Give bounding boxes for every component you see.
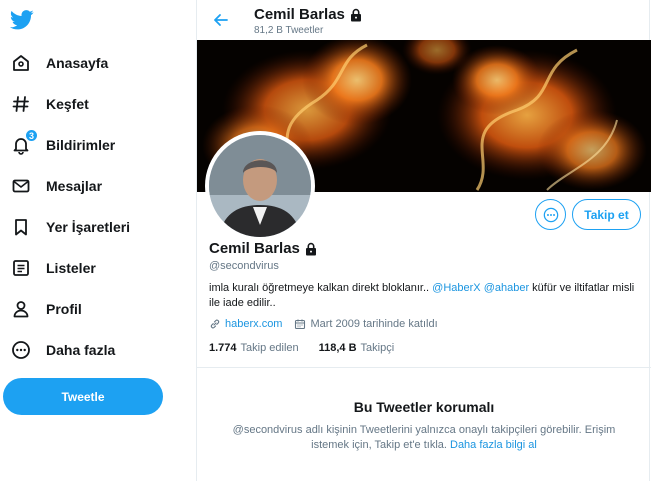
header-name-text: Cemil Barlas [254,6,345,23]
followers-count: 118,4 B [318,342,357,354]
profile-header-bar: Cemil Barlas 81,2 B Tweetler [197,0,651,40]
following-link[interactable]: 1.774 Takip edilen [209,342,299,354]
twitter-bird-icon[interactable] [9,10,34,32]
sidebar-item-home[interactable]: Anasayfa [4,46,184,80]
lock-icon [349,8,363,22]
profile-handle: @secondvirus [209,260,279,272]
sidebar-item-bookmarks[interactable]: Yer İşaretleri [4,210,184,244]
bio-mention-link[interactable]: @ahaber [484,282,529,294]
profile-name: Cemil Barlas [209,240,318,257]
header-title: Cemil Barlas [254,6,363,23]
sidebar-item-label: Anasayfa [46,55,109,71]
bio-text: imla kuralı öğretmeye kalkan direkt blok… [209,282,433,294]
home-icon [10,52,32,74]
notification-badge: 3 [25,129,38,142]
calendar-icon [294,318,306,330]
sidebar-item-explore[interactable]: Keşfet [4,87,184,121]
tweet-count: 81,2 B Tweetler [254,25,324,36]
sidebar: Anasayfa Keşfet 3 Bildirimler Mesajlar Y… [0,0,196,481]
right-gutter [651,0,660,481]
back-arrow-icon[interactable] [211,10,231,30]
list-icon [10,257,32,279]
profile-column: Cemil Barlas 81,2 B Tweetler Takip et Ce… [196,0,651,481]
bookmark-icon [10,216,32,238]
more-circle-icon [10,339,32,361]
website-link[interactable]: haberx.com [225,318,282,330]
learn-more-link[interactable]: Daha fazla bilgi al [450,439,537,451]
following-label: Takip edilen [240,342,299,354]
sidebar-item-notifications[interactable]: 3 Bildirimler [4,128,184,162]
sidebar-item-label: Daha fazla [46,342,116,358]
link-icon [209,318,221,330]
lock-icon [304,242,318,256]
follow-button[interactable]: Takip et [572,199,641,230]
profile-bio: imla kuralı öğretmeye kalkan direkt blok… [209,281,639,311]
protected-message: @secondvirus adlı kişinin Tweetlerini ya… [217,423,631,453]
sidebar-item-profile[interactable]: Profil [4,292,184,326]
bio-mention-link[interactable]: @HaberX [432,282,480,294]
sidebar-item-label: Keşfet [46,96,89,112]
profile-name-text: Cemil Barlas [209,240,300,257]
divider [197,367,651,368]
following-count: 1.774 [209,342,237,354]
more-horizontal-icon [543,207,558,222]
profile-meta: haberx.com Mart 2009 tarihinde katıldı [209,318,438,330]
joined-date: Mart 2009 tarihinde katıldı [310,318,438,330]
sidebar-item-label: Mesajlar [46,178,103,194]
sidebar-item-more[interactable]: Daha fazla [4,333,184,367]
hashtag-icon [10,93,32,115]
more-options-button[interactable] [535,199,566,230]
sidebar-item-messages[interactable]: Mesajlar [4,169,184,203]
person-icon [10,298,32,320]
tweet-button[interactable]: Tweetle [3,378,163,415]
protected-title: Bu Tweetler korumalı [353,399,495,415]
profile-stats: 1.774 Takip edilen 118,4 B Takipçi [209,342,414,354]
sidebar-item-label: Listeler [46,260,96,276]
sidebar-item-lists[interactable]: Listeler [4,251,184,285]
followers-label: Takipçi [360,342,395,354]
sidebar-item-label: Bildirimler [46,137,116,153]
protected-text: @secondvirus adlı kişinin Tweetlerini ya… [232,424,616,451]
bell-icon: 3 [10,129,38,156]
profile-avatar[interactable] [205,131,315,241]
avatar [209,135,311,237]
envelope-icon [10,175,32,197]
sidebar-item-label: Yer İşaretleri [46,219,131,235]
followers-link[interactable]: 118,4 B Takipçi [319,342,395,354]
sidebar-item-label: Profil [46,301,82,317]
